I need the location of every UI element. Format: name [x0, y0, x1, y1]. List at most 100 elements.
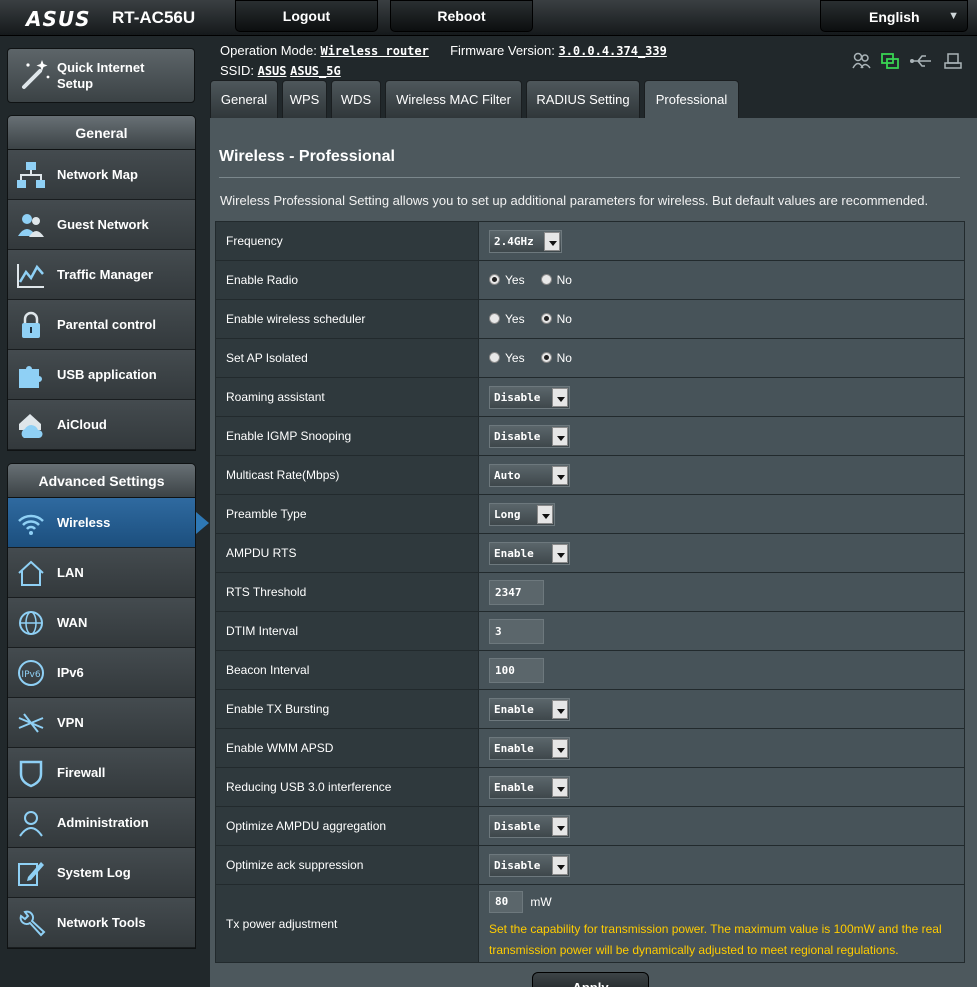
page-description: Wireless Professional Setting allows you…: [220, 193, 929, 208]
operation-mode-label: Operation Mode:: [220, 43, 317, 58]
sidebar-item-parental-control[interactable]: Parental control: [8, 300, 195, 350]
setting-label: Enable wireless scheduler: [215, 299, 479, 339]
dropdown-arrow-icon: [552, 699, 568, 719]
setting-text-input[interactable]: 2347: [489, 579, 544, 605]
setting-value: Yes No: [478, 338, 965, 378]
radio-button[interactable]: [489, 274, 500, 286]
radio-button[interactable]: [540, 313, 552, 325]
setting-select[interactable]: Disable: [489, 424, 570, 448]
ssid-link[interactable]: ASUS: [258, 64, 287, 78]
general-menu-title: General: [8, 116, 195, 150]
setting-text-input[interactable]: 3: [489, 618, 544, 644]
radio-no[interactable]: No: [540, 312, 572, 326]
tab-wds[interactable]: WDS: [331, 80, 381, 118]
select-value: 2.4GHz: [494, 234, 534, 248]
select-value: Disable: [494, 819, 541, 833]
radio-no[interactable]: No: [540, 351, 572, 365]
firmware-version-link[interactable]: 3.0.0.4.374_339: [558, 44, 666, 58]
language-select[interactable]: English ▼: [820, 0, 968, 32]
tab-wireless-mac-filter[interactable]: Wireless MAC Filter: [385, 80, 522, 118]
tab-wps[interactable]: WPS: [282, 80, 327, 118]
dropdown-arrow-icon: [552, 543, 568, 563]
sidebar-item-guest-network[interactable]: Guest Network: [8, 200, 195, 250]
setting-select[interactable]: Enable: [489, 775, 570, 799]
table-row: Set AP Isolated Yes No: [215, 338, 965, 378]
puzzle-icon: [19, 366, 42, 388]
setting-select[interactable]: Enable: [489, 697, 570, 721]
sidebar-item-label: Network Map: [57, 167, 138, 182]
setting-select[interactable]: Disable: [489, 853, 570, 877]
select-value: Disable: [494, 858, 541, 872]
sidebar-item-ipv6[interactable]: IPv6 IPv6: [8, 648, 195, 698]
setting-value: Enable: [478, 767, 965, 807]
radio-button[interactable]: [540, 352, 552, 364]
tab-radius-setting[interactable]: RADIUS Setting: [526, 80, 640, 118]
setting-select[interactable]: Disable: [489, 385, 570, 409]
network-map-icon: [17, 162, 45, 188]
radio-button[interactable]: [489, 313, 500, 325]
sidebar-item-vpn[interactable]: VPN: [8, 698, 195, 748]
radio-yes[interactable]: Yes: [489, 351, 525, 365]
sidebar-item-firewall[interactable]: Firewall: [8, 748, 195, 798]
traffic-manager-icon: [17, 264, 44, 288]
sidebar-item-label: Wireless: [57, 515, 111, 530]
table-row: Preamble Type Long: [215, 494, 965, 534]
wrench-icon: [19, 910, 46, 937]
sidebar-item-label: Firewall: [57, 765, 106, 780]
setting-label: Optimize AMPDU aggregation: [215, 806, 479, 846]
table-row: Tx power adjustment 80 mW Set the capabi…: [215, 884, 965, 963]
model-name: RT-AC56U: [112, 8, 196, 27]
sidebar-item-system-log[interactable]: System Log: [8, 848, 195, 898]
sidebar-item-wireless[interactable]: Wireless: [8, 498, 209, 548]
tx-power-note: Set the capability for transmission powe…: [489, 922, 942, 957]
ssid-link[interactable]: ASUS_5G: [290, 64, 341, 78]
logout-button[interactable]: Logout: [235, 0, 378, 32]
reboot-button[interactable]: Reboot: [390, 0, 533, 32]
setting-select[interactable]: 2.4GHz: [489, 229, 562, 253]
setting-select[interactable]: Enable: [489, 736, 570, 760]
tx-power-control: 80 mW: [489, 891, 552, 913]
dropdown-arrow-icon: [552, 777, 568, 797]
svg-text:IPv6: IPv6: [21, 670, 40, 680]
sidebar-item-traffic-manager[interactable]: Traffic Manager: [8, 250, 195, 300]
firmware-label: Firmware Version:: [450, 43, 555, 58]
setting-select[interactable]: Disable: [489, 814, 570, 838]
setting-value: Disable: [478, 806, 965, 846]
table-row: Enable WMM APSD Enable: [215, 728, 965, 768]
setting-select[interactable]: Enable: [489, 541, 570, 565]
usb-icon[interactable]: [910, 55, 931, 67]
sidebar-item-lan[interactable]: LAN: [8, 548, 195, 598]
apply-button[interactable]: Apply: [532, 972, 649, 987]
sidebar-item-wan[interactable]: WAN: [8, 598, 195, 648]
radio-yes[interactable]: Yes: [489, 273, 525, 287]
dropdown-arrow-icon: [544, 231, 560, 251]
sidebar-item-label: Administration: [57, 815, 149, 830]
setting-label: DTIM Interval: [215, 611, 479, 651]
tab-general[interactable]: General: [210, 80, 278, 118]
setting-select[interactable]: Auto: [489, 463, 570, 487]
setting-text-input[interactable]: 100: [489, 657, 544, 683]
sidebar-item-aicloud[interactable]: AiCloud: [8, 400, 195, 450]
select-value: Enable: [494, 702, 534, 716]
quick-internet-setup-button[interactable]: Quick Internet Setup: [7, 48, 195, 103]
radio-no[interactable]: No: [540, 273, 572, 287]
printer-icon[interactable]: [944, 53, 962, 69]
radio-yes[interactable]: Yes: [489, 312, 525, 326]
clients-icon[interactable]: [852, 52, 871, 69]
setting-value: Disable: [478, 377, 965, 417]
sidebar-item-network-map[interactable]: Network Map: [8, 150, 195, 200]
tx-power-input[interactable]: 80: [489, 891, 523, 913]
table-row: Enable Radio Yes No: [215, 260, 965, 300]
select-value: Auto: [494, 468, 521, 482]
radio-button[interactable]: [489, 352, 500, 364]
sidebar-item-usb-application[interactable]: USB application: [8, 350, 195, 400]
internet-status-icon[interactable]: [881, 53, 899, 69]
setting-label: Beacon Interval: [215, 650, 479, 690]
sidebar-item-label: VPN: [57, 715, 84, 730]
sidebar-item-network-tools[interactable]: Network Tools: [8, 898, 195, 948]
operation-mode-link[interactable]: Wireless router: [320, 44, 428, 58]
radio-button[interactable]: [540, 274, 552, 286]
setting-select[interactable]: Long: [489, 502, 555, 526]
sidebar-item-administration[interactable]: Administration: [8, 798, 195, 848]
tab-professional[interactable]: Professional: [644, 80, 739, 118]
